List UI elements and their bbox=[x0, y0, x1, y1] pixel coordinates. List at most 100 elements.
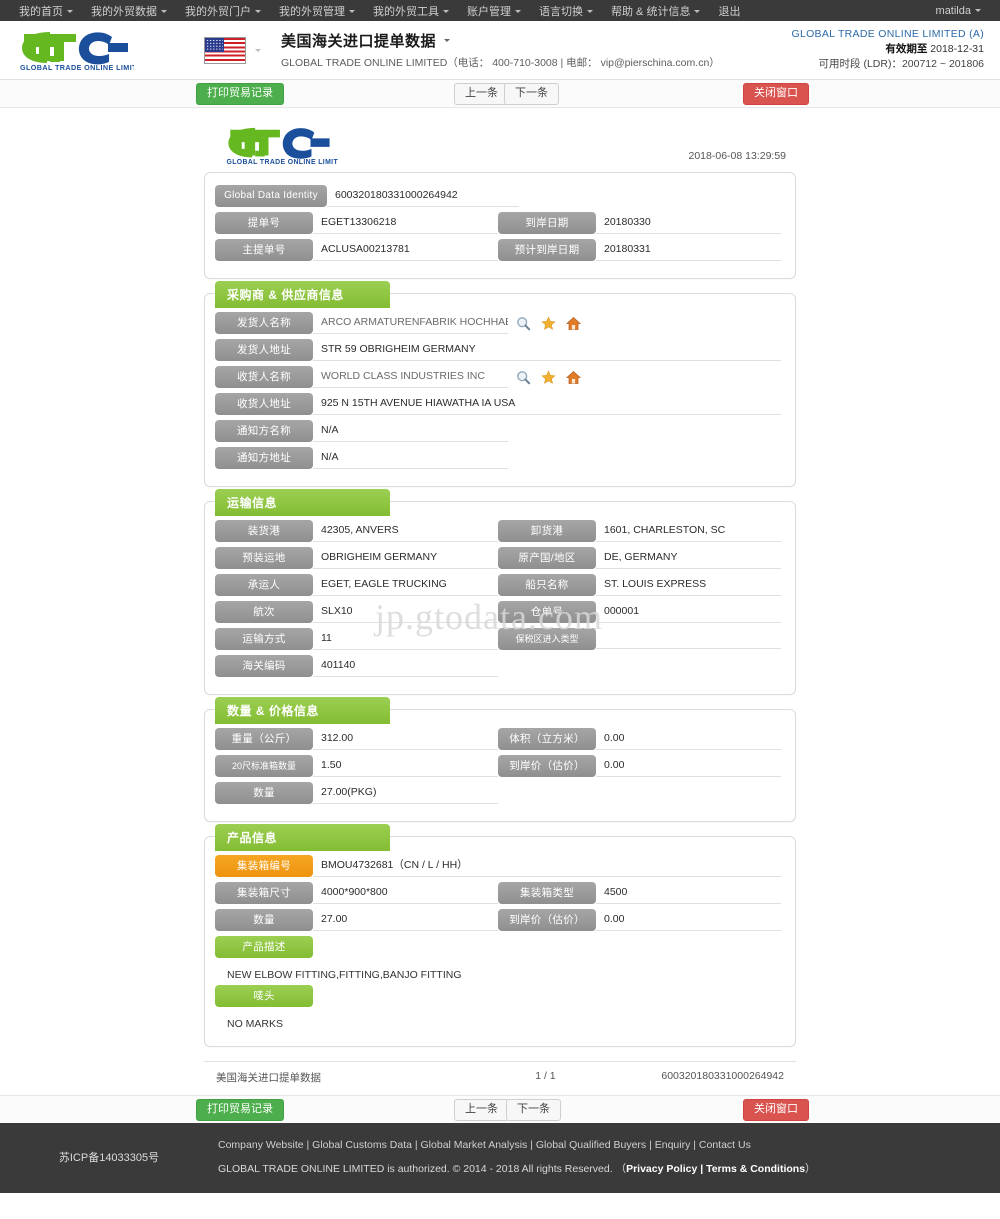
notify-party-address-value: N/A bbox=[313, 447, 508, 469]
shipper-address-value: STR 59 OBRIGHEIM GERMANY bbox=[313, 339, 781, 361]
transport-mode-value: 11 bbox=[313, 628, 498, 650]
bottom-toolbar: 打印贸易记录 上一条 下一条 关闭窗口 bbox=[0, 1095, 1000, 1123]
nav-item-account-management[interactable]: 账户管理 bbox=[458, 3, 530, 19]
close-window-button-bottom[interactable]: 关闭窗口 bbox=[743, 1099, 809, 1121]
voyage-label: 航次 bbox=[215, 601, 313, 623]
chevron-down-icon[interactable] bbox=[444, 39, 451, 42]
shipper-name-value: ARCO ARMATURENFABRIK HOCHHAEUSER bbox=[313, 312, 508, 334]
teu-value: 1.50 bbox=[313, 755, 498, 777]
container-number-value: BMOU4732681（CN / L / HH） bbox=[313, 855, 781, 877]
notify-party-name-row: 通知方名称 N/A bbox=[215, 420, 781, 442]
container-size-label: 集装箱尺寸 bbox=[215, 882, 313, 904]
company-contact-line: GLOBAL TRADE ONLINE LIMITED（电话： 400-710-… bbox=[281, 57, 720, 69]
policy-links[interactable]: Privacy Policy | Terms & Conditions bbox=[626, 1163, 805, 1175]
page-body: jp.gtodata.com GLOBAL TRADE ONLINE LIMIT… bbox=[0, 108, 1000, 1095]
chevron-down-icon bbox=[161, 10, 167, 14]
product-quantity-value: 27.00 bbox=[313, 909, 498, 931]
nav-item-trade-management-label: 我的外贸管理 bbox=[279, 5, 345, 18]
next-record-button[interactable]: 下一条 bbox=[504, 83, 559, 105]
notify-party-name-label: 通知方名称 bbox=[215, 420, 313, 442]
star-icon[interactable] bbox=[541, 315, 556, 331]
nav-item-language-switch[interactable]: 语言切换 bbox=[530, 3, 602, 19]
volume-label: 体积（立方米） bbox=[498, 728, 596, 750]
volume-value: 0.00 bbox=[596, 728, 781, 750]
copyright-close-paren: ） bbox=[805, 1163, 816, 1175]
master-bill-number-label: 主提单号 bbox=[215, 239, 313, 261]
nav-item-account-management-label: 账户管理 bbox=[467, 5, 511, 18]
account-name[interactable]: GLOBAL TRADE ONLINE LIMITED (A) bbox=[791, 27, 984, 42]
hs-code-value: 401140 bbox=[313, 655, 498, 677]
vessel-name-label: 船只名称 bbox=[498, 574, 596, 596]
home-icon[interactable] bbox=[566, 316, 581, 331]
footer-nav-links[interactable]: Company Website | Global Customs Data | … bbox=[218, 1135, 816, 1155]
star-icon[interactable] bbox=[541, 369, 556, 385]
previous-record-button[interactable]: 上一条 bbox=[454, 83, 509, 105]
document-timestamp: 2018-06-08 13:29:59 bbox=[688, 150, 787, 162]
consignee-address-value: 925 N 15TH AVENUE HIAWATHA IA USA bbox=[313, 393, 781, 415]
nav-item-trade-portal[interactable]: 我的外贸门户 bbox=[176, 3, 270, 19]
print-trade-record-button[interactable]: 打印贸易记录 bbox=[196, 83, 284, 105]
account-info-block: GLOBAL TRADE ONLINE LIMITED (A) 有效期至 201… bbox=[791, 27, 984, 72]
consignee-address-row: 收货人地址 925 N 15TH AVENUE HIAWATHA IA USA bbox=[215, 393, 781, 415]
nav-item-help-stats[interactable]: 帮助 & 统计信息 bbox=[602, 3, 709, 19]
container-type-value: 4500 bbox=[596, 882, 781, 904]
origin-country-value: DE, GERMANY bbox=[596, 547, 781, 569]
nav-item-trade-management[interactable]: 我的外贸管理 bbox=[270, 3, 364, 19]
chevron-down-icon bbox=[67, 10, 73, 14]
transport-mode-label: 运输方式 bbox=[215, 628, 313, 650]
global-data-identity-label: Global Data Identity bbox=[215, 185, 327, 207]
chevron-down-icon bbox=[349, 10, 355, 14]
previous-record-button-bottom[interactable]: 上一条 bbox=[454, 1099, 509, 1121]
gtc-logo[interactable]: GLOBAL TRADE ONLINE LIMITED bbox=[16, 28, 166, 72]
arrival-date-label: 到岸日期 bbox=[498, 212, 596, 234]
transport-panel: 运输信息 装货港 42305, ANVERS 卸货港 1601, CHARLES… bbox=[204, 489, 796, 695]
nav-item-trade-tools[interactable]: 我的外贸工具 bbox=[364, 3, 458, 19]
next-record-button-bottom[interactable]: 下一条 bbox=[506, 1099, 561, 1121]
search-icon[interactable] bbox=[516, 316, 531, 331]
close-window-button[interactable]: 关闭窗口 bbox=[743, 83, 809, 105]
parties-panel: 采购商 & 供应商信息 发货人名称 ARCO ARMATURENFABRIK H… bbox=[204, 281, 796, 487]
us-flag-icon bbox=[204, 36, 246, 64]
search-icon[interactable] bbox=[516, 370, 531, 385]
nav-item-logout[interactable]: 退出 bbox=[709, 3, 749, 19]
page-header: GLOBAL TRADE ONLINE LIMITED 美国海关进口提单数据 G… bbox=[0, 21, 1000, 80]
container-number-row: 集装箱编号 BMOU4732681（CN / L / HH） bbox=[215, 855, 781, 877]
preload-location-value: OBRIGHEIM GERMANY bbox=[313, 547, 498, 569]
product-quantity-row: 数量 27.00 到岸价（估价） 0.00 bbox=[215, 909, 781, 931]
notify-party-address-label: 通知方地址 bbox=[215, 447, 313, 469]
product-description-label: 产品描述 bbox=[215, 936, 313, 958]
chevron-down-icon[interactable] bbox=[255, 48, 261, 52]
container-size-row: 集装箱尺寸 4000*900*800 集装箱类型 4500 bbox=[215, 882, 781, 904]
notify-party-name-value: N/A bbox=[313, 420, 508, 442]
teu-cif-row: 20尺标准箱数量 1.50 到岸价（估价） 0.00 bbox=[215, 755, 781, 777]
home-icon[interactable] bbox=[566, 370, 581, 385]
top-toolbar: 打印贸易记录 上一条 下一条 关闭窗口 bbox=[0, 80, 1000, 108]
chevron-down-icon bbox=[515, 10, 521, 14]
footer-links-block: Company Website | Global Customs Data | … bbox=[218, 1135, 816, 1179]
vessel-name-value: ST. LOUIS EXPRESS bbox=[596, 574, 781, 596]
voyage-row: 航次 SLX10 仓单号 000001 bbox=[215, 601, 781, 623]
nav-item-help-stats-label: 帮助 & 统计信息 bbox=[611, 5, 691, 18]
gtc-logo-icon: GLOBAL TRADE ONLINE LIMITED bbox=[20, 32, 134, 72]
bill-of-lading-document: jp.gtodata.com GLOBAL TRADE ONLINE LIMIT… bbox=[200, 118, 800, 1095]
nav-item-logout-label: 退出 bbox=[718, 5, 741, 18]
shipper-address-row: 发货人地址 STR 59 OBRIGHEIM GERMANY bbox=[215, 339, 781, 361]
country-flag-selector[interactable] bbox=[204, 36, 261, 64]
account-data-range: 可用时段 (LDR)：200712 ~ 201806 bbox=[791, 57, 984, 72]
loading-port-value: 42305, ANVERS bbox=[313, 520, 498, 542]
weight-value: 312.00 bbox=[313, 728, 498, 750]
quantity-price-panel-title: 数量 & 价格信息 bbox=[215, 697, 390, 724]
page-footer: 苏ICP备14033305号 Company Website | Global … bbox=[0, 1123, 1000, 1193]
nav-item-home[interactable]: 我的首页 bbox=[10, 3, 82, 19]
estimated-arrival-date-value: 20180331 bbox=[596, 239, 781, 261]
document-footer-identity: 600320180331000264942 bbox=[661, 1070, 784, 1082]
print-trade-record-button-bottom[interactable]: 打印贸易记录 bbox=[196, 1099, 284, 1121]
product-description-value: NEW ELBOW FITTING,FITTING,BANJO FITTING bbox=[227, 969, 462, 981]
data-range-label: 可用时段 (LDR)： bbox=[818, 58, 902, 70]
quantity-row: 数量 27.00(PKG) bbox=[215, 782, 781, 804]
validity-label: 有效期至 bbox=[885, 43, 928, 55]
nav-user-menu[interactable]: matilda bbox=[927, 5, 990, 17]
product-quantity-label: 数量 bbox=[215, 909, 313, 931]
warehouse-receipt-value: 000001 bbox=[596, 601, 781, 623]
nav-item-trade-data[interactable]: 我的外贸数据 bbox=[82, 3, 176, 19]
